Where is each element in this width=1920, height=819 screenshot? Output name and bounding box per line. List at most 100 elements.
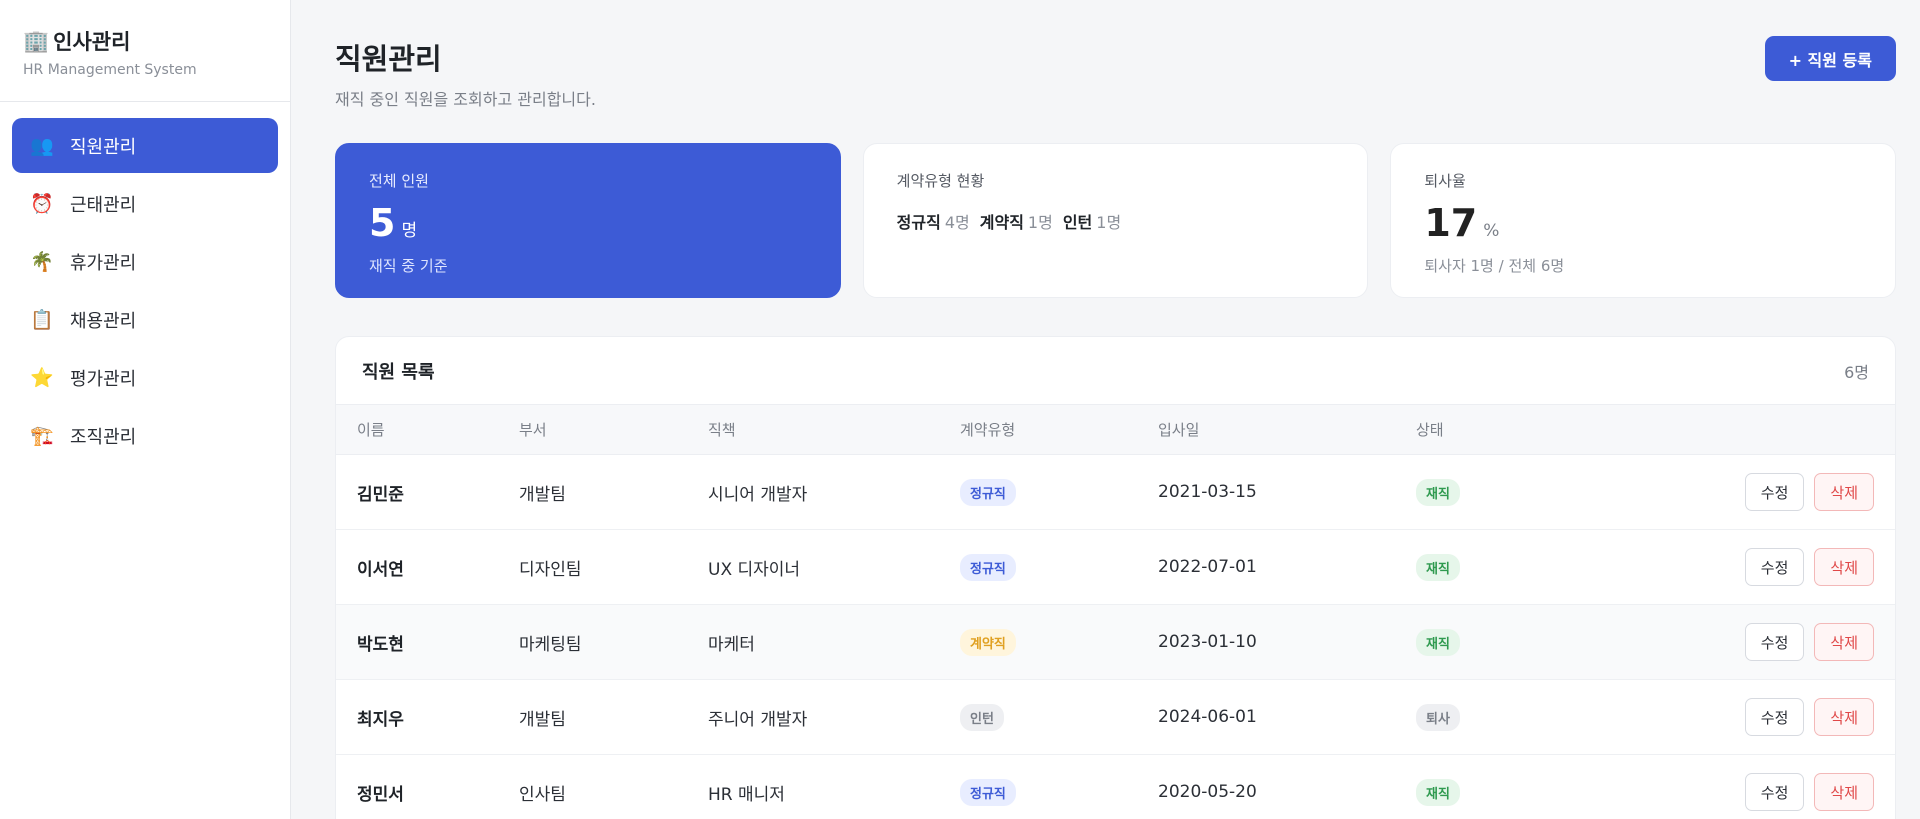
- page-subtitle: 재직 중인 직원을 조회하고 관리합니다.: [335, 90, 596, 109]
- column-header-dept: 부서: [519, 421, 547, 439]
- sidebar-item-label: 평가관리: [70, 368, 137, 390]
- employee-name: 최지우: [357, 709, 404, 730]
- add-employee-button[interactable]: + 직원 등록: [1764, 36, 1896, 81]
- column-header-position: 직책: [708, 421, 736, 439]
- edit-button[interactable]: 수정: [1744, 548, 1805, 586]
- palm-tree-icon: 🌴: [30, 251, 54, 273]
- contract-badge: 정규직: [960, 553, 1016, 581]
- column-header-contract: 계약유형: [960, 421, 1016, 439]
- card-label: 계약유형 현황: [896, 172, 985, 190]
- delete-button[interactable]: 삭제: [1814, 773, 1874, 811]
- hire-date: 2020-05-20: [1158, 782, 1257, 802]
- contract-type: 인턴: [1062, 213, 1093, 232]
- sidebar-item-label: 근태관리: [70, 194, 137, 216]
- card-note: 퇴사자 1명 / 전체 6명: [1424, 257, 1565, 275]
- total-unit: 명: [401, 221, 418, 241]
- edit-button[interactable]: 수정: [1744, 473, 1805, 511]
- row-actions: 수정 삭제: [1656, 548, 1874, 586]
- contract-summary: 정규직 4명 계약직 1명 인턴 1명: [897, 209, 1335, 233]
- summary-cards: 전체 인원 5 명 재직 중 기준 계약유형 현황 정규직 4명 계약직 1명 인턴…: [335, 143, 1897, 298]
- sidebar-item-recruiting[interactable]: 📋 채용관리: [12, 292, 278, 347]
- row-actions: 수정 삭제: [1656, 773, 1874, 811]
- sidebar-item-evaluation[interactable]: ⭐ 평가관리: [12, 350, 278, 405]
- turnover-value: 17: [1424, 201, 1478, 245]
- table-row: 이서연 디자인팀 UX 디자이너 정규직 2022-07-01 재직 수정 삭제: [336, 530, 1895, 605]
- status-cell: 재직: [1416, 553, 1656, 581]
- table-row: 김민준 개발팀 시니어 개발자 정규직 2021-03-15 재직 수정 삭제: [336, 455, 1895, 530]
- employee-dept: 마케팅팀: [519, 634, 582, 655]
- hire-date: 2023-01-10: [1158, 632, 1257, 652]
- contract-count: 4명: [944, 213, 970, 232]
- sidebar-item-organization[interactable]: 🏗️ 조직관리: [12, 408, 278, 463]
- contract-item: 인턴 1명: [1063, 209, 1121, 233]
- sidebar-item-label: 조직관리: [70, 426, 137, 448]
- brand-title: 🏢 인사관리: [23, 26, 267, 56]
- delete-button[interactable]: 삭제: [1814, 548, 1874, 586]
- row-actions: 수정 삭제: [1656, 473, 1874, 511]
- contract-cell: 정규직: [960, 478, 1158, 506]
- employee-dept: 인사팀: [519, 784, 566, 805]
- total-value: 5: [369, 201, 396, 245]
- contract-type: 계약직: [979, 213, 1024, 232]
- hire-date: 2022-07-01: [1158, 557, 1257, 577]
- sidebar-item-leave[interactable]: 🌴 휴가관리: [12, 234, 278, 289]
- employee-table: 직원 목록 6명 이름 부서 직책 계약유형 입사일 상태 김민준 개발팀 시니…: [335, 336, 1896, 819]
- contract-count: 1명: [1096, 213, 1122, 232]
- contract-type: 정규직: [896, 213, 941, 232]
- table-row: 최지우 개발팀 주니어 개발자 인턴 2024-06-01 퇴사 수정 삭제: [336, 680, 1895, 755]
- building-icon: 🏢: [23, 28, 50, 53]
- employee-position: 시니어 개발자: [708, 484, 808, 505]
- contract-badge: 정규직: [960, 778, 1016, 806]
- employee-name: 김민준: [357, 484, 404, 505]
- delete-button[interactable]: 삭제: [1814, 623, 1874, 661]
- contract-count: 1명: [1027, 213, 1053, 232]
- contract-cell: 정규직: [960, 553, 1158, 581]
- contract-badge: 인턴: [960, 703, 1004, 731]
- sidebar: 🏢 인사관리 HR Management System 👥 직원관리 ⏰ 근태관…: [0, 0, 291, 819]
- delete-button[interactable]: 삭제: [1814, 473, 1874, 511]
- brand-title-text: 인사관리: [53, 30, 131, 54]
- employee-position: HR 매니저: [708, 784, 785, 805]
- employee-name: 박도현: [357, 634, 404, 655]
- employee-dept: 개발팀: [519, 484, 566, 505]
- status-badge: 재직: [1416, 553, 1460, 581]
- table-title: 직원 목록: [362, 361, 435, 383]
- employee-position: 주니어 개발자: [708, 709, 808, 730]
- brand-subtitle: HR Management System: [23, 62, 197, 78]
- edit-button[interactable]: 수정: [1744, 623, 1805, 661]
- employee-position: UX 디자이너: [708, 559, 801, 580]
- sidebar-item-label: 채용관리: [70, 310, 137, 332]
- contract-item: 계약직 1명: [980, 209, 1053, 233]
- column-header-date: 입사일: [1158, 421, 1200, 439]
- edit-button[interactable]: 수정: [1744, 773, 1805, 811]
- hire-date: 2021-03-15: [1158, 482, 1257, 502]
- status-badge: 재직: [1416, 778, 1460, 806]
- sidebar-item-employees[interactable]: 👥 직원관리: [12, 118, 278, 173]
- star-icon: ⭐: [30, 367, 54, 389]
- people-icon: 👥: [30, 135, 54, 157]
- delete-button[interactable]: 삭제: [1814, 698, 1874, 736]
- status-badge: 재직: [1416, 628, 1460, 656]
- card-note: 재직 중 기준: [369, 257, 448, 275]
- table-count: 6명: [1844, 362, 1869, 382]
- employee-position: 마케터: [708, 634, 755, 655]
- page-header: 직원관리 재직 중인 직원을 조회하고 관리합니다. + 직원 등록: [335, 36, 1896, 110]
- alarm-clock-icon: ⏰: [30, 193, 54, 215]
- clipboard-icon: 📋: [30, 309, 54, 331]
- main-content: 직원관리 재직 중인 직원을 조회하고 관리합니다. + 직원 등록 전체 인원…: [291, 0, 1920, 819]
- status-badge: 재직: [1416, 478, 1460, 506]
- turnover-card: 퇴사율 17 % 퇴사자 1명 / 전체 6명: [1390, 143, 1897, 298]
- contract-badge: 계약직: [960, 628, 1016, 656]
- row-actions: 수정 삭제: [1656, 623, 1874, 661]
- hire-date: 2024-06-01: [1158, 707, 1257, 727]
- employee-dept: 개발팀: [519, 709, 566, 730]
- status-cell: 재직: [1416, 478, 1656, 506]
- contract-item: 정규직 4명: [897, 209, 970, 233]
- table-row: 박도현 마케팅팀 마케터 계약직 2023-01-10 재직 수정 삭제: [336, 605, 1895, 680]
- turnover-value-row: 17 %: [1424, 201, 1862, 245]
- card-label: 퇴사율: [1424, 172, 1466, 190]
- edit-button[interactable]: 수정: [1744, 698, 1805, 736]
- sidebar-item-attendance[interactable]: ⏰ 근태관리: [12, 176, 278, 231]
- brand: 🏢 인사관리 HR Management System: [0, 0, 290, 102]
- status-cell: 재직: [1416, 628, 1656, 656]
